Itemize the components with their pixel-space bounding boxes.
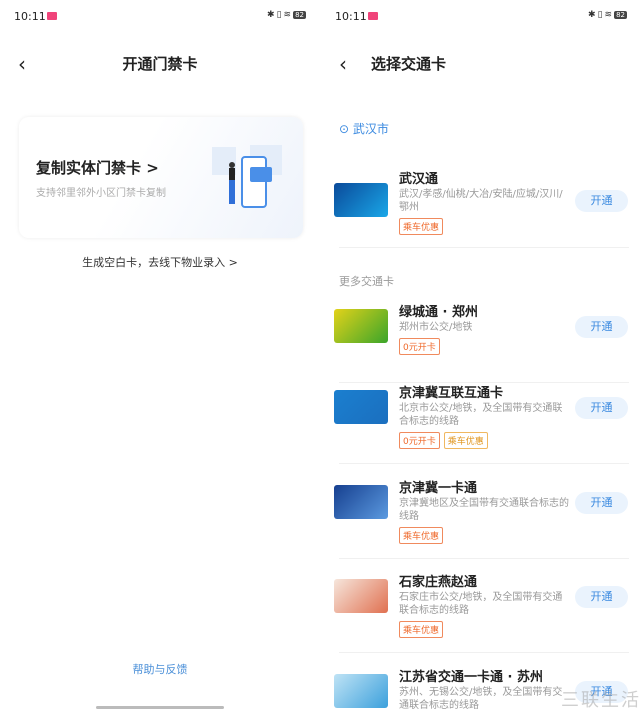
card-description: 石家庄市公交/地铁，及全国带有交通联合标志的线路	[399, 592, 563, 616]
card-description: 郑州市公交/地铁	[399, 322, 473, 333]
card-description: 北京市公交/地铁，及全国带有交通联合标志的线路	[399, 403, 563, 427]
card-name: 京津冀一卡通	[399, 481, 478, 496]
card-tags: 乘车优惠	[399, 527, 444, 544]
more-cards-heading: 更多交通卡	[339, 275, 394, 288]
battery-icon: 82	[293, 11, 306, 19]
divider	[339, 247, 629, 248]
help-feedback-link[interactable]: 帮助与反馈	[0, 661, 320, 677]
card-tag: 乘车优惠	[399, 621, 444, 638]
card-image	[334, 390, 388, 424]
card-tags: 乘车优惠	[399, 218, 444, 235]
open-card-button[interactable]: 开通	[575, 586, 628, 608]
watermark: 三联生活	[561, 690, 641, 711]
clock: 10:11	[335, 10, 367, 23]
transit-card-screen: 10:11 ✱▯≋ 82 ‹ 选择交通卡 ⊙ 武汉市 更多交通卡 武汉通 武汉/孝…	[321, 0, 641, 712]
card-name: 江苏省交通一卡通 · 苏州	[399, 670, 543, 685]
card-name: 京津冀互联互通卡	[399, 386, 504, 401]
status-icons: ✱▯≋ 82	[267, 10, 306, 20]
divider	[339, 652, 629, 653]
door-card-screen: 10:11 ✱▯≋ 82 ‹ 开通门禁卡 复制实体门禁卡 > 支持邻里邻外小区门禁…	[0, 0, 320, 712]
clock: 10:11	[14, 10, 46, 23]
card-name: 绿城通 · 郑州	[399, 305, 478, 320]
transit-card-item: 京津冀互联互通卡 北京市公交/地铁，及全国带有交通联合标志的线路 0元开卡 乘车优惠…	[321, 382, 641, 449]
phone-card-illustration	[212, 145, 282, 208]
card-tag: 乘车优惠	[399, 218, 444, 235]
status-bar: 10:11 ✱▯≋ 82	[14, 10, 306, 24]
copy-physical-card[interactable]: 复制实体门禁卡 > 支持邻里邻外小区门禁卡复制	[19, 117, 303, 238]
card-tag: 乘车优惠	[399, 527, 444, 544]
card-image	[334, 579, 388, 613]
card-tags: 0元开卡	[399, 338, 440, 355]
copy-card-subtitle: 支持邻里邻外小区门禁卡复制	[36, 188, 166, 199]
page-title: 开通门禁卡	[122, 55, 198, 73]
open-card-button[interactable]: 开通	[575, 492, 628, 514]
card-name: 石家庄燕赵通	[399, 575, 478, 590]
open-card-button[interactable]: 开通	[575, 316, 628, 338]
card-description: 京津冀地区及全国带有交通联合标志的线路	[399, 498, 569, 522]
card-tags: 0元开卡 乘车优惠	[399, 432, 488, 449]
card-tag: 0元开卡	[399, 432, 440, 449]
card-tag: 乘车优惠	[443, 432, 488, 449]
blank-card-link[interactable]: 生成空白卡，去线下物业录入 >	[0, 254, 320, 270]
status-icons: ✱▯≋ 82	[588, 10, 627, 20]
location-pin-icon: ⊙	[339, 122, 350, 136]
location-label: 武汉市	[352, 122, 389, 136]
card-image	[334, 309, 388, 343]
divider	[339, 558, 629, 559]
card-tags: 乘车优惠	[399, 621, 444, 638]
card-tag: 0元开卡	[399, 338, 440, 355]
card-image	[334, 183, 388, 217]
transit-card-item: 绿城通 · 郑州 郑州市公交/地铁 0元开卡 开通	[321, 301, 641, 355]
back-button[interactable]: ‹	[339, 52, 347, 76]
card-image	[334, 485, 388, 519]
battery-icon: 82	[614, 11, 627, 19]
location-selector[interactable]: ⊙ 武汉市	[339, 120, 389, 137]
card-name: 武汉通	[399, 172, 439, 187]
card-description: 武汉/孝感/仙桃/大冶/安陆/应城/汉川/鄂州	[399, 189, 563, 213]
transit-card-item: 石家庄燕赵通 石家庄市公交/地铁，及全国带有交通联合标志的线路乘车优惠 开通	[321, 571, 641, 638]
page-title: 选择交通卡	[371, 55, 447, 73]
transit-card-item: 武汉通 武汉/孝感/仙桃/大冶/安陆/应城/汉川/鄂州乘车优惠 开通	[321, 168, 641, 235]
card-image	[334, 674, 388, 708]
divider	[339, 463, 629, 464]
transit-card-item: 京津冀一卡通 京津冀地区及全国带有交通联合标志的线路乘车优惠 开通	[321, 477, 641, 544]
home-indicator[interactable]	[96, 706, 224, 709]
open-card-button[interactable]: 开通	[575, 190, 628, 212]
open-card-button[interactable]: 开通	[575, 397, 628, 419]
notification-icon	[47, 12, 57, 20]
card-description: 苏州、无锡公交/地铁，及全国带有交通联合标志的线路	[399, 687, 563, 711]
notification-icon	[368, 12, 378, 20]
copy-card-heading: 复制实体门禁卡 >	[36, 159, 159, 177]
status-bar: 10:11 ✱▯≋ 82	[335, 10, 627, 24]
